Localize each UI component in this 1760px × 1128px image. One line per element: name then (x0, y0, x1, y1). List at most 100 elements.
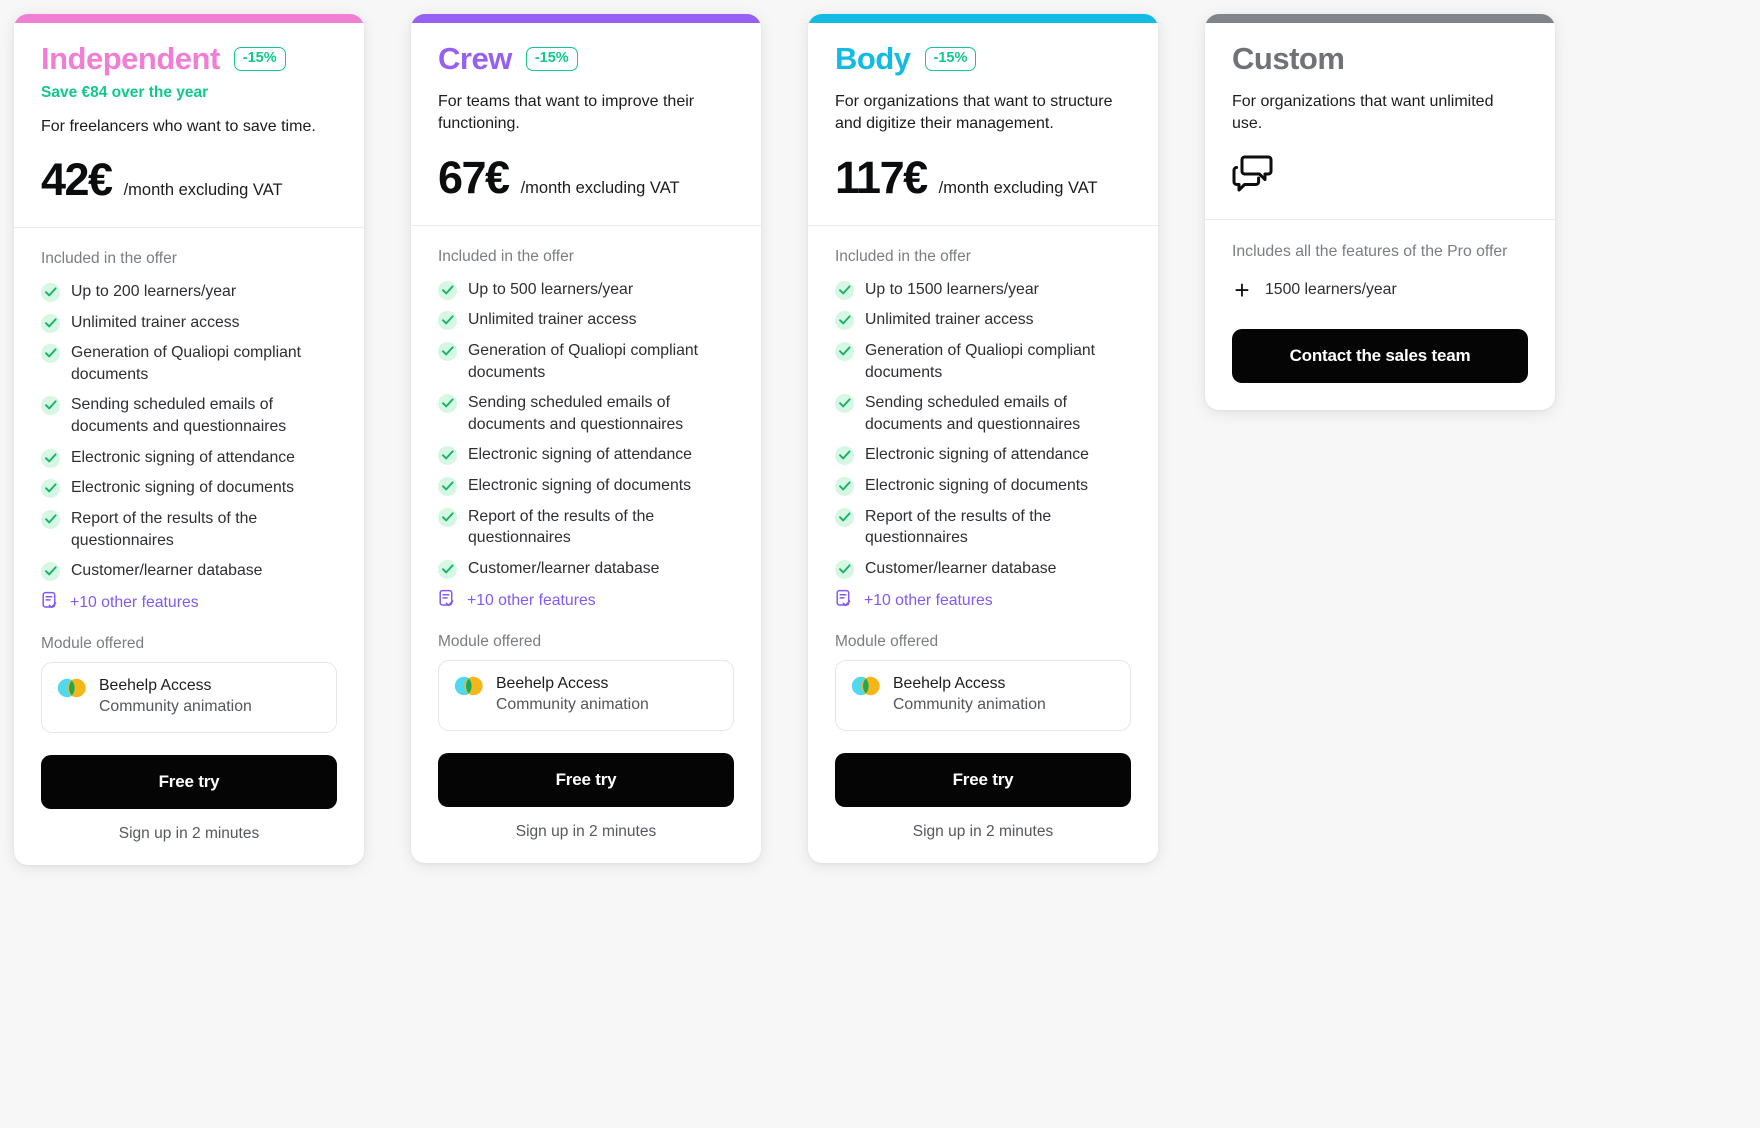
signup-note: Sign up in 2 minutes (515, 823, 657, 841)
check-icon (835, 341, 854, 361)
module-card-beehelp[interactable]: Beehelp Access Community animation (41, 661, 337, 734)
more-features-link[interactable]: +10 other features (835, 589, 1131, 613)
title-row: Custom (1232, 41, 1528, 77)
check-icon (438, 311, 457, 331)
check-icon (41, 509, 60, 529)
feature-label: Up to 200 learners/year (71, 282, 237, 300)
module-name: Beehelp Access (893, 674, 1006, 692)
features-heading: Included in the offer (41, 249, 177, 267)
features-heading: Included in the offer (835, 247, 971, 265)
feature-item: Unlimited trainer access (41, 312, 337, 334)
card-header: Independent -15% Save €84 over the year … (14, 23, 364, 228)
feature-label: Up to 500 learners/year (468, 280, 634, 298)
module-text-block: Beehelp Access Community animation (893, 674, 1046, 717)
contact-sales-button[interactable]: Contact the sales team (1232, 329, 1528, 384)
module-subtitle: Community animation (99, 698, 252, 716)
feature-item: Customer/learner database (438, 558, 734, 580)
more-features-link[interactable]: +10 other features (438, 589, 734, 613)
feature-list: Up to 500 learners/year Unlimited traine… (438, 279, 734, 580)
feature-item: Electronic signing of attendance (41, 447, 337, 469)
feature-label: Electronic signing of attendance (865, 446, 1089, 464)
card-accent-bar (1205, 14, 1555, 23)
feature-item: Customer/learner database (835, 558, 1131, 580)
feature-label: Up to 1500 learners/year (865, 280, 1039, 298)
module-heading: Module offered (41, 634, 145, 652)
more-features-link[interactable]: +10 other features (41, 591, 337, 615)
plan-description: For teams that want to improve their fun… (438, 92, 695, 133)
pricing-card-body[interactable]: Body -15% For organizations that want to… (808, 14, 1158, 864)
pricing-card-crew[interactable]: Crew -15% For teams that want to improve… (411, 14, 761, 864)
plan-description: For organizations that want unlimited us… (1232, 92, 1494, 133)
free-try-button[interactable]: Free try (438, 753, 734, 808)
discount-badge: -15% (924, 47, 977, 71)
module-section: Module offered Beehelp Access Community … (14, 634, 364, 734)
check-icon (438, 477, 457, 497)
check-icon (41, 313, 60, 333)
price-suffix: /month excluding VAT (520, 179, 680, 198)
feature-label: Electronic signing of attendance (71, 448, 295, 466)
pricing-plans-board: Independent -15% Save €84 over the year … (0, 0, 1760, 1128)
plus-icon: + (1234, 275, 1250, 306)
custom-features-section: Includes all the features of the Pro off… (1205, 220, 1555, 307)
module-section: Module offered Beehelp Access Community … (808, 633, 1158, 732)
beehelp-logo-icon (851, 676, 881, 701)
price-amount: 67€ (438, 152, 510, 204)
pricing-card-custom[interactable]: Custom For organizations that want unlim… (1205, 14, 1555, 411)
check-icon (835, 477, 854, 497)
discount-badge: -15% (233, 47, 286, 71)
document-check-icon (438, 589, 456, 613)
document-check-icon (41, 591, 59, 615)
includes-description: Includes all the features of the Pro off… (1232, 243, 1508, 261)
custom-plus-label: 1500 learners/year (1265, 281, 1397, 299)
feature-label: Electronic signing of documents (468, 477, 692, 495)
cta-section: Free try (14, 755, 364, 810)
more-features-label: +10 other features (467, 591, 596, 609)
free-try-button[interactable]: Free try (835, 753, 1131, 808)
card-header: Body -15% For organizations that want to… (808, 23, 1158, 226)
price-amount: 42€ (41, 154, 113, 206)
feature-label: Customer/learner database (468, 559, 660, 577)
feature-label: Generation of Qualiopi compliant documen… (865, 341, 1096, 381)
feature-item: Electronic signing of documents (438, 475, 734, 497)
module-name: Beehelp Access (496, 674, 609, 692)
card-header: Custom For organizations that want unlim… (1205, 23, 1555, 221)
feature-label: Electronic signing of documents (865, 477, 1089, 495)
check-icon (41, 396, 60, 416)
free-try-button[interactable]: Free try (41, 755, 337, 810)
card-features-section: Included in the offer Up to 1500 learner… (808, 226, 1158, 617)
plan-name: Body (835, 41, 911, 76)
feature-item: Customer/learner database (41, 560, 337, 582)
pricing-card-independent[interactable]: Independent -15% Save €84 over the year … (14, 14, 364, 866)
title-row: Crew -15% (438, 41, 734, 77)
card-features-section: Included in the offer Up to 500 learners… (411, 226, 761, 617)
plan-description: For freelancers who want to save time. (41, 117, 316, 135)
feature-label: Report of the results of the questionnai… (865, 507, 1052, 547)
module-card-beehelp[interactable]: Beehelp Access Community animation (835, 659, 1131, 732)
more-features-label: +10 other features (864, 591, 993, 609)
plan-name: Custom (1232, 41, 1345, 76)
check-icon (438, 507, 457, 527)
title-row: Independent -15% (41, 41, 337, 77)
card-header: Crew -15% For teams that want to improve… (411, 23, 761, 226)
check-icon (41, 282, 60, 302)
module-subtitle: Community animation (893, 696, 1046, 714)
price-row: 67€ /month excluding VAT (438, 153, 734, 203)
price-suffix: /month excluding VAT (123, 181, 283, 200)
feature-label: Report of the results of the questionnai… (71, 509, 258, 549)
price-row: 42€ /month excluding VAT (41, 155, 337, 205)
feature-label: Customer/learner database (71, 562, 263, 580)
chat-bubbles-icon (1232, 154, 1528, 197)
check-icon (41, 479, 60, 499)
feature-item: Report of the results of the questionnai… (835, 506, 1131, 549)
module-card-beehelp[interactable]: Beehelp Access Community animation (438, 659, 734, 732)
feature-list: Up to 1500 learners/year Unlimited train… (835, 279, 1131, 580)
check-icon (835, 311, 854, 331)
beehelp-logo-icon (57, 678, 87, 703)
check-icon (41, 448, 60, 468)
cta-section: Free try (808, 753, 1158, 808)
feature-item: Sending scheduled emails of documents an… (41, 394, 337, 437)
feature-label: Unlimited trainer access (71, 313, 240, 331)
discount-badge: -15% (525, 47, 578, 71)
feature-label: Generation of Qualiopi compliant documen… (468, 341, 699, 381)
signup-note: Sign up in 2 minutes (118, 825, 260, 843)
